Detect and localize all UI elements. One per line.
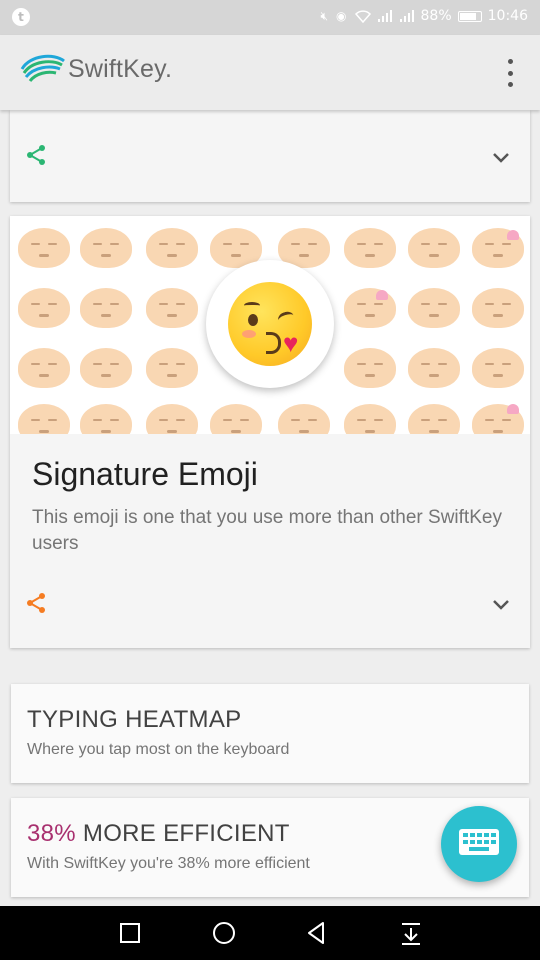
card-description: This emoji is one that you use more than… bbox=[32, 507, 502, 554]
emoji-pattern-background: ♥ bbox=[10, 216, 530, 434]
home-icon[interactable] bbox=[211, 920, 237, 946]
card-subtitle: Where you tap most on the keyboard bbox=[27, 741, 290, 758]
app-bar: SwiftKey. bbox=[0, 35, 540, 110]
status-bar: t 🔇︎ ◉ 88% 10:46 bbox=[0, 0, 540, 35]
wifi-icon bbox=[354, 9, 371, 23]
swiftkey-logo: SwiftKey. bbox=[20, 53, 172, 85]
share-icon[interactable] bbox=[24, 143, 48, 167]
efficiency-percent: 38% bbox=[27, 820, 76, 847]
notification-pull-icon[interactable] bbox=[398, 920, 424, 946]
back-icon[interactable] bbox=[304, 920, 330, 946]
card-previous bbox=[10, 110, 530, 202]
battery-percent: 88% bbox=[420, 8, 452, 24]
clock: 10:46 bbox=[487, 8, 528, 24]
card-title: TYPING HEATMAP bbox=[27, 706, 242, 733]
recent-apps-icon[interactable] bbox=[117, 920, 143, 946]
chevron-down-icon[interactable] bbox=[489, 593, 513, 617]
chevron-down-icon[interactable] bbox=[489, 146, 513, 170]
more-vert-icon[interactable] bbox=[498, 59, 522, 87]
keyboard-icon bbox=[459, 829, 499, 855]
typing-heatmap-card[interactable]: TYPING HEATMAP Where you tap most on the… bbox=[11, 684, 529, 783]
navigation-bar bbox=[0, 906, 540, 960]
card-title: Signature Emoji bbox=[32, 456, 258, 492]
status-icons: 🔇︎ ◉ 88% 10:46 bbox=[320, 8, 528, 24]
face-blowing-kiss-icon: ♥ bbox=[228, 282, 312, 366]
share-icon[interactable] bbox=[24, 591, 48, 615]
app-notification-icon: t bbox=[12, 8, 30, 26]
signal-icon bbox=[377, 9, 392, 22]
battery-icon bbox=[457, 10, 482, 22]
efficiency-title-text: MORE EFFICIENT bbox=[75, 820, 290, 847]
signature-emoji-card: ♥ Signature Emoji This emoji is one that… bbox=[10, 216, 530, 648]
card-subtitle: With SwiftKey you're 38% more efficient bbox=[27, 855, 310, 872]
keyboard-fab-button[interactable] bbox=[441, 806, 517, 882]
eye-icon: ◉ bbox=[336, 9, 349, 23]
signature-emoji-badge: ♥ bbox=[206, 260, 334, 388]
swiftkey-swoosh-icon bbox=[20, 54, 65, 82]
mute-icon: 🔇︎ bbox=[320, 8, 331, 23]
card-title: 38% MORE EFFICIENT bbox=[27, 820, 290, 848]
app-title: SwiftKey. bbox=[68, 54, 173, 83]
signal-icon bbox=[399, 9, 414, 22]
